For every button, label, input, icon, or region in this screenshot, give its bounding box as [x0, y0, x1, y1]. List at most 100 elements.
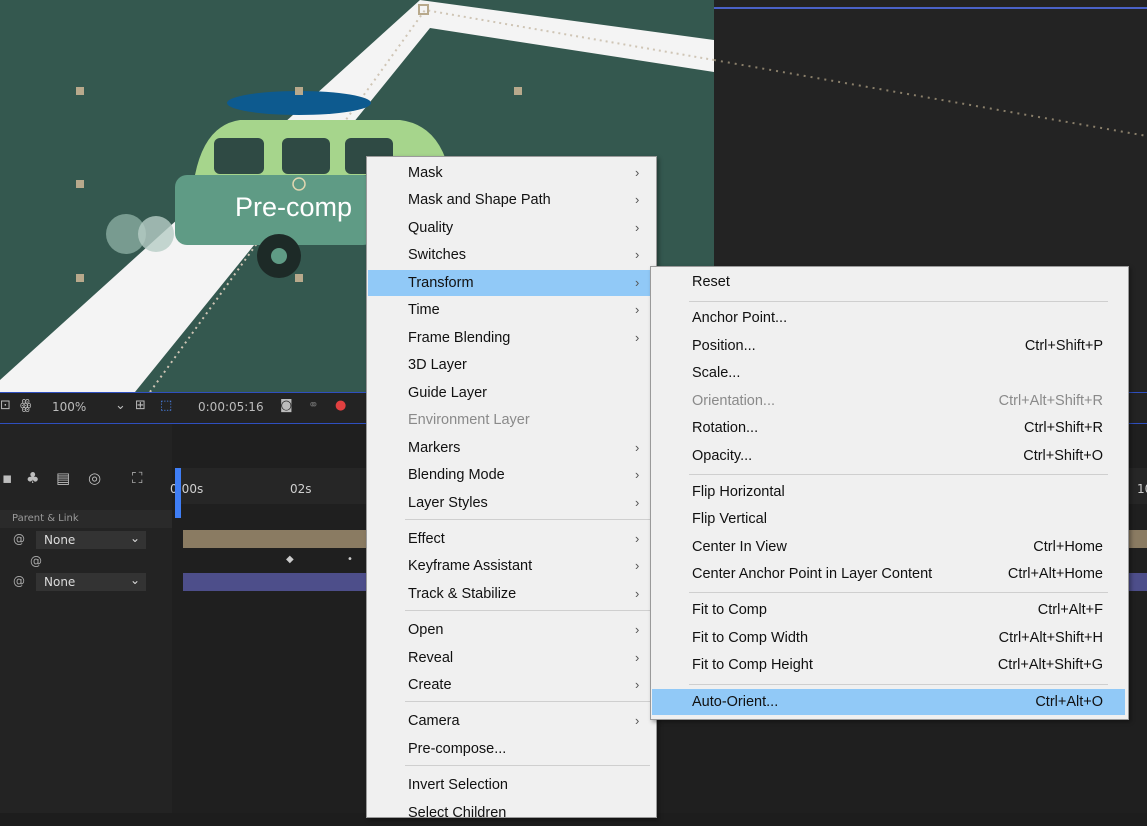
menu-item-label: Transform	[408, 275, 474, 291]
layer-row[interactable]: @ None ⌄	[0, 572, 172, 592]
menu-item-label: Layer Styles	[408, 495, 488, 511]
submenu-item-rotation[interactable]: Rotation... Ctrl+Shift+R	[652, 415, 1125, 441]
grid-icon[interactable]: ⊞	[135, 398, 146, 413]
menu-item-pre-compose[interactable]: Pre-compose...	[368, 736, 653, 762]
chevron-right-icon: ›	[635, 467, 640, 482]
chevron-right-icon: ›	[635, 650, 640, 665]
submenu-item-auto-orient[interactable]: Auto-Orient... Ctrl+Alt+O	[652, 689, 1125, 715]
submenu-item-scale[interactable]: Scale...	[652, 360, 1125, 386]
menu-item-label: Guide Layer	[408, 385, 487, 401]
menu-item-label: Position...	[692, 338, 756, 354]
motion-blur-icon[interactable]: ◎	[88, 469, 101, 487]
transform-submenu: Reset Anchor Point... Position... Ctrl+Shif…	[650, 266, 1129, 720]
menu-item-shortcut: Ctrl+Alt+Shift+H	[998, 630, 1103, 646]
keyframe-icon[interactable]: ◆	[286, 554, 294, 565]
menu-item-label: Switches	[408, 247, 467, 263]
menu-item-label: Fit to Comp Width	[692, 630, 809, 646]
monitor-icon[interactable]: ⊡	[0, 398, 11, 413]
menu-item-invert-selection[interactable]: Invert Selection	[368, 772, 653, 798]
layer-row[interactable]: @ None ⌄	[0, 530, 172, 550]
menu-item-camera[interactable]: Camera ›	[368, 708, 653, 734]
menu-item-frame-blending[interactable]: Frame Blending ›	[368, 325, 653, 351]
menu-item-label: Fit to Comp Height	[692, 657, 813, 673]
region-icon[interactable]: ⬚	[160, 398, 172, 413]
menu-item-shortcut: Ctrl+Shift+R	[1024, 420, 1103, 436]
menu-item-label: Create	[408, 677, 452, 693]
submenu-item-fit-to-comp-height[interactable]: Fit to Comp Height Ctrl+Alt+Shift+G	[652, 652, 1125, 678]
menu-item-transform[interactable]: Transform ›	[368, 270, 653, 296]
pickwhip-icon[interactable]: @	[30, 554, 42, 568]
keyframe-icon[interactable]: •	[347, 554, 353, 565]
graph-editor-icon[interactable]: ⛶	[132, 469, 143, 487]
menu-item-label: Time	[408, 302, 440, 318]
chevron-right-icon: ›	[635, 275, 640, 290]
menu-item-reveal[interactable]: Reveal ›	[368, 645, 653, 671]
menu-item-shortcut: Ctrl+Alt+Shift+G	[997, 657, 1103, 673]
menu-item-layer-styles[interactable]: Layer Styles ›	[368, 490, 653, 516]
zoom-level[interactable]: 100%	[52, 400, 86, 414]
submenu-item-fit-to-comp[interactable]: Fit to Comp Ctrl+Alt+F	[652, 597, 1125, 623]
camera-snapshot-icon[interactable]: ◙	[280, 398, 293, 413]
show-snapshot-icon[interactable]: ⚭	[308, 398, 319, 413]
menu-item-label: 3D Layer	[408, 357, 467, 373]
playhead[interactable]	[175, 468, 181, 518]
layer-context-menu: Mask › Mask and Shape Path › Quality › Switche…	[366, 156, 657, 821]
menu-item-blending-mode[interactable]: Blending Mode ›	[368, 462, 653, 488]
channel-icon[interactable]: ●	[335, 398, 346, 413]
menu-item-label: Environment Layer	[408, 412, 530, 428]
menu-item-label: Rotation...	[692, 420, 759, 436]
menu-item-mask-and-shape-path[interactable]: Mask and Shape Path ›	[368, 187, 653, 213]
submenu-item-anchor-point[interactable]: Anchor Point...	[652, 305, 1125, 331]
parent-link-header: Parent & Link	[0, 510, 172, 528]
menu-item-label: Keyframe Assistant	[408, 558, 533, 574]
submenu-item-fit-to-comp-width[interactable]: Fit to Comp Width Ctrl+Alt+Shift+H	[652, 625, 1125, 651]
chevron-right-icon: ›	[635, 440, 640, 455]
menu-item-mask[interactable]: Mask ›	[368, 160, 653, 186]
menu-item-track-stabilize[interactable]: Track & Stabilize ›	[368, 581, 653, 607]
chevron-right-icon: ›	[635, 495, 640, 510]
pickwhip-icon[interactable]: @	[13, 574, 25, 588]
menu-item-time[interactable]: Time ›	[368, 297, 653, 323]
submenu-item-flip-horizontal[interactable]: Flip Horizontal	[652, 479, 1125, 505]
menu-item-label: Anchor Point...	[692, 310, 788, 326]
menu-item-label: Effect	[408, 531, 445, 547]
current-timecode[interactable]: 0:00:05:16	[198, 400, 264, 414]
menu-item-quality[interactable]: Quality ›	[368, 215, 653, 241]
chevron-down-icon[interactable]: ⌄	[115, 398, 126, 413]
menu-item-label: Opacity...	[692, 448, 753, 464]
pickwhip-icon[interactable]: @	[13, 532, 25, 546]
solo-icon[interactable]: ▪	[2, 469, 12, 487]
chevron-down-icon: ⌄	[129, 573, 140, 587]
submenu-item-center-in-view[interactable]: Center In View Ctrl+Home	[652, 534, 1125, 560]
menu-item-label: Center In View	[692, 539, 787, 555]
submenu-item-position[interactable]: Position... Ctrl+Shift+P	[652, 333, 1125, 359]
menu-item-open[interactable]: Open ›	[368, 617, 653, 643]
shy-icon[interactable]: ♣	[26, 469, 39, 487]
frame-blend-icon[interactable]: ▤	[56, 469, 70, 487]
menu-item-switches[interactable]: Switches ›	[368, 242, 653, 268]
menu-item-shortcut: Ctrl+Alt+Shift+R	[998, 393, 1103, 409]
menu-item-select-children[interactable]: Select Children	[368, 800, 653, 826]
chevron-right-icon: ›	[635, 192, 640, 207]
menu-item-shortcut: Ctrl+Home	[1033, 539, 1103, 555]
chevron-right-icon: ›	[635, 713, 640, 728]
submenu-item-center-anchor-point-in-layer-content[interactable]: Center Anchor Point in Layer Content Ctrl…	[652, 561, 1125, 587]
mask-toggle-icon[interactable]: ꙮ	[20, 398, 31, 413]
chevron-right-icon: ›	[635, 558, 640, 573]
submenu-item-opacity[interactable]: Opacity... Ctrl+Shift+O	[652, 443, 1125, 469]
menu-item-markers[interactable]: Markers ›	[368, 435, 653, 461]
menu-item-environment-layer: Environment Layer	[368, 407, 653, 433]
menu-item-keyframe-assistant[interactable]: Keyframe Assistant ›	[368, 553, 653, 579]
menu-item-3d-layer[interactable]: 3D Layer	[368, 352, 653, 378]
parent-select[interactable]: None ⌄	[36, 531, 146, 549]
submenu-item-reset[interactable]: Reset	[652, 269, 1125, 295]
menu-item-create[interactable]: Create ›	[368, 672, 653, 698]
menu-item-effect[interactable]: Effect ›	[368, 526, 653, 552]
chevron-right-icon: ›	[635, 165, 640, 180]
parent-select[interactable]: None ⌄	[36, 573, 146, 591]
menu-item-shortcut: Ctrl+Alt+F	[1037, 602, 1103, 618]
submenu-item-flip-vertical[interactable]: Flip Vertical	[652, 506, 1125, 532]
menu-item-guide-layer[interactable]: Guide Layer	[368, 380, 653, 406]
menu-item-label: Flip Horizontal	[692, 484, 785, 500]
submenu-item-orientation: Orientation... Ctrl+Alt+Shift+R	[652, 388, 1125, 414]
